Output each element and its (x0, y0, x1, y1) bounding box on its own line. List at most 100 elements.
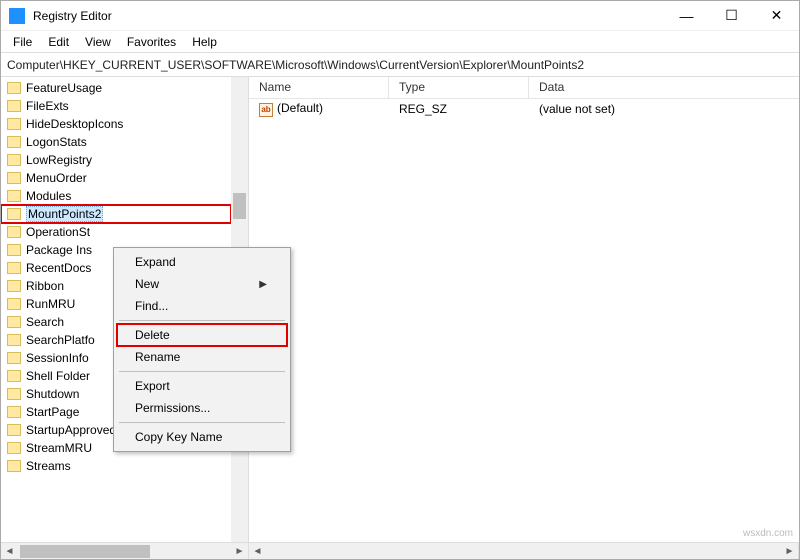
menu-edit[interactable]: Edit (40, 33, 77, 51)
tree-item-label: StreamMRU (26, 441, 92, 455)
tree-item[interactable]: LowRegistry (1, 151, 231, 169)
tree-item[interactable]: LogonStats (1, 133, 231, 151)
horizontal-scrollbars: ◄ ► ◄ ► (1, 542, 799, 559)
folder-icon (7, 316, 21, 328)
folder-icon (7, 100, 21, 112)
tree-item-label: FileExts (26, 99, 69, 113)
tree-item-label: RecentDocs (26, 261, 91, 275)
tree-item-label: Shutdown (26, 387, 79, 401)
minimize-button[interactable]: — (664, 1, 709, 30)
values-horizontal-scrollbar[interactable]: ◄ ► (249, 543, 799, 559)
value-name: (Default) (277, 101, 323, 115)
address-path: Computer\HKEY_CURRENT_USER\SOFTWARE\Micr… (7, 58, 584, 72)
folder-icon (7, 370, 21, 382)
scroll-right-icon[interactable]: ► (781, 546, 798, 557)
window-controls: — ☐ ✕ (664, 1, 799, 30)
tree-item-label: Package Ins (26, 243, 92, 257)
scroll-left-icon[interactable]: ◄ (249, 546, 266, 557)
tree-item[interactable]: HideDesktopIcons (1, 115, 231, 133)
values-panel: Name Type Data ab (Default) REG_SZ (value… (249, 77, 799, 542)
tree-item-label: StartPage (26, 405, 79, 419)
folder-icon (7, 136, 21, 148)
folder-icon (7, 118, 21, 130)
value-row[interactable]: ab (Default) REG_SZ (value not set) (249, 99, 799, 119)
regedit-icon (9, 8, 25, 24)
scroll-left-icon[interactable]: ◄ (1, 546, 18, 557)
string-value-icon: ab (259, 103, 273, 117)
tree-item[interactable]: OperationSt (1, 223, 231, 241)
column-header-data[interactable]: Data (529, 77, 799, 98)
folder-icon (7, 208, 21, 220)
tree-item[interactable]: MenuOrder (1, 169, 231, 187)
folder-icon (7, 298, 21, 310)
window-title: Registry Editor (33, 9, 664, 23)
tree-item-label: SessionInfo (26, 351, 89, 365)
menu-separator (119, 422, 285, 423)
context-menu-delete[interactable]: Delete (117, 324, 287, 346)
tree-item-label: Ribbon (26, 279, 64, 293)
context-menu-export[interactable]: Export (117, 375, 287, 397)
folder-icon (7, 406, 21, 418)
maximize-button[interactable]: ☐ (709, 1, 754, 30)
folder-icon (7, 82, 21, 94)
tree-item-label: LowRegistry (26, 153, 92, 167)
folder-icon (7, 244, 21, 256)
tree-item-label: FeatureUsage (26, 81, 102, 95)
folder-icon (7, 262, 21, 274)
scroll-right-icon[interactable]: ► (231, 546, 248, 557)
context-menu-new[interactable]: New▶ (117, 273, 287, 295)
menu-separator (119, 371, 285, 372)
context-menu-copy-key-name[interactable]: Copy Key Name (117, 426, 287, 448)
tree-item-label: OperationSt (26, 225, 90, 239)
scrollbar-thumb[interactable] (20, 545, 150, 558)
address-bar[interactable]: Computer\HKEY_CURRENT_USER\SOFTWARE\Micr… (1, 53, 799, 77)
menubar: File Edit View Favorites Help (1, 31, 799, 53)
tree-item-label: MountPoints2 (26, 206, 103, 222)
menu-view[interactable]: View (77, 33, 119, 51)
menu-separator (119, 320, 285, 321)
menu-help[interactable]: Help (184, 33, 225, 51)
menu-favorites[interactable]: Favorites (119, 33, 184, 51)
folder-icon (7, 352, 21, 364)
submenu-arrow-icon: ▶ (259, 279, 267, 290)
context-menu-rename[interactable]: Rename (117, 346, 287, 368)
folder-icon (7, 388, 21, 400)
folder-icon (7, 442, 21, 454)
scrollbar-thumb[interactable] (233, 193, 246, 219)
tree-item-label: RunMRU (26, 297, 75, 311)
tree-item-label: SearchPlatfo (26, 333, 95, 347)
folder-icon (7, 172, 21, 184)
tree-item-label: HideDesktopIcons (26, 117, 123, 131)
tree-horizontal-scrollbar[interactable]: ◄ ► (1, 543, 249, 559)
context-menu-permissions[interactable]: Permissions... (117, 397, 287, 419)
context-menu-find[interactable]: Find... (117, 295, 287, 317)
tree-item[interactable]: Streams (1, 457, 231, 475)
tree-item[interactable]: Modules (1, 187, 231, 205)
column-header-type[interactable]: Type (389, 77, 529, 98)
folder-icon (7, 190, 21, 202)
value-type-cell: REG_SZ (389, 102, 529, 116)
column-header-name[interactable]: Name (249, 77, 389, 98)
context-menu-expand[interactable]: Expand (117, 251, 287, 273)
folder-icon (7, 154, 21, 166)
tree-item-label: Search (26, 315, 64, 329)
tree-item[interactable]: FileExts (1, 97, 231, 115)
tree-item-label: LogonStats (26, 135, 87, 149)
folder-icon (7, 334, 21, 346)
value-data-cell: (value not set) (529, 102, 799, 116)
folder-icon (7, 460, 21, 472)
tree-item-label: Streams (26, 459, 71, 473)
titlebar: Registry Editor — ☐ ✕ (1, 1, 799, 31)
tree-item[interactable]: MountPoints2 (1, 205, 231, 223)
folder-icon (7, 424, 21, 436)
close-button[interactable]: ✕ (754, 1, 799, 30)
folder-icon (7, 280, 21, 292)
value-name-cell: ab (Default) (249, 101, 389, 117)
tree-item-label: MenuOrder (26, 171, 87, 185)
menu-file[interactable]: File (5, 33, 40, 51)
tree-item[interactable]: FeatureUsage (1, 79, 231, 97)
values-header: Name Type Data (249, 77, 799, 99)
folder-icon (7, 226, 21, 238)
watermark: wsxdn.com (743, 528, 793, 539)
tree-item-label: Shell Folder (26, 369, 90, 383)
